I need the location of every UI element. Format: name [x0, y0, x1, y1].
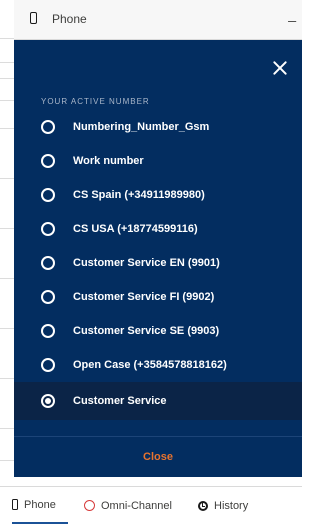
option-label: CS Spain (+34911989980) [73, 189, 205, 201]
tab-label: Phone [24, 498, 56, 511]
close-button[interactable]: Close [14, 437, 302, 477]
divider [0, 228, 14, 229]
section-label: YOUR ACTIVE NUMBER [41, 97, 150, 106]
number-option[interactable]: Customer Service EN (9901) [14, 246, 302, 280]
option-label: Customer Service FI (9902) [73, 291, 215, 303]
number-options-list: Numbering_Number_Gsm Work number CS Spain … [14, 110, 302, 420]
divider [0, 100, 14, 101]
option-label: Customer Service SE (9903) [73, 325, 220, 337]
divider [0, 38, 14, 39]
utility-bar: Phone Omni-Channel History [0, 486, 302, 524]
number-option[interactable]: Customer Service SE (9903) [14, 314, 302, 348]
divider [0, 428, 14, 429]
option-label: Customer Service [73, 395, 167, 407]
divider [0, 460, 14, 461]
divider [0, 378, 14, 379]
number-option[interactable]: CS Spain (+34911989980) [14, 178, 302, 212]
radio-icon[interactable] [41, 358, 55, 372]
radio-icon[interactable] [41, 394, 55, 408]
history-icon [198, 500, 208, 511]
tab-history[interactable]: History [198, 487, 248, 524]
phone-panel-header: Phone _ [14, 0, 302, 40]
divider [0, 178, 14, 179]
divider [0, 278, 14, 279]
radio-icon[interactable] [41, 256, 55, 270]
omni-channel-icon [84, 500, 95, 511]
tab-label: History [214, 499, 249, 512]
radio-icon[interactable] [41, 188, 55, 202]
radio-icon[interactable] [41, 222, 55, 236]
close-icon[interactable] [272, 60, 288, 76]
option-label: CS USA (+18774599116) [73, 223, 198, 235]
tab-phone[interactable]: Phone [12, 487, 68, 524]
option-label: Open Case (+3584578818162) [73, 359, 227, 371]
number-option[interactable]: Open Case (+3584578818162) [14, 348, 302, 382]
option-label: Customer Service EN (9901) [73, 257, 220, 269]
radio-icon[interactable] [41, 324, 55, 338]
option-label: Numbering_Number_Gsm [73, 121, 210, 133]
phone-icon [30, 12, 37, 24]
radio-icon[interactable] [41, 120, 55, 134]
divider [0, 128, 14, 129]
number-option[interactable]: Numbering_Number_Gsm [14, 110, 302, 144]
active-number-panel: YOUR ACTIVE NUMBER Numbering_Number_Gsm W… [14, 40, 302, 477]
radio-icon[interactable] [41, 290, 55, 304]
number-option[interactable]: Customer Service FI (9902) [14, 280, 302, 314]
phone-icon [12, 499, 18, 510]
number-option[interactable]: CS USA (+18774599116) [14, 212, 302, 246]
tab-label: Omni-Channel [101, 499, 172, 512]
option-label: Work number [73, 155, 144, 167]
divider [0, 328, 14, 329]
divider [0, 62, 14, 63]
radio-icon[interactable] [41, 154, 55, 168]
number-option[interactable]: Work number [14, 144, 302, 178]
minimize-button[interactable]: _ [288, 6, 296, 22]
divider [0, 78, 14, 79]
panel-title: Phone [52, 12, 87, 26]
background-page-strip [0, 0, 14, 490]
tab-omni-channel[interactable]: Omni-Channel [84, 487, 172, 524]
number-option[interactable]: Customer Service [14, 382, 302, 420]
